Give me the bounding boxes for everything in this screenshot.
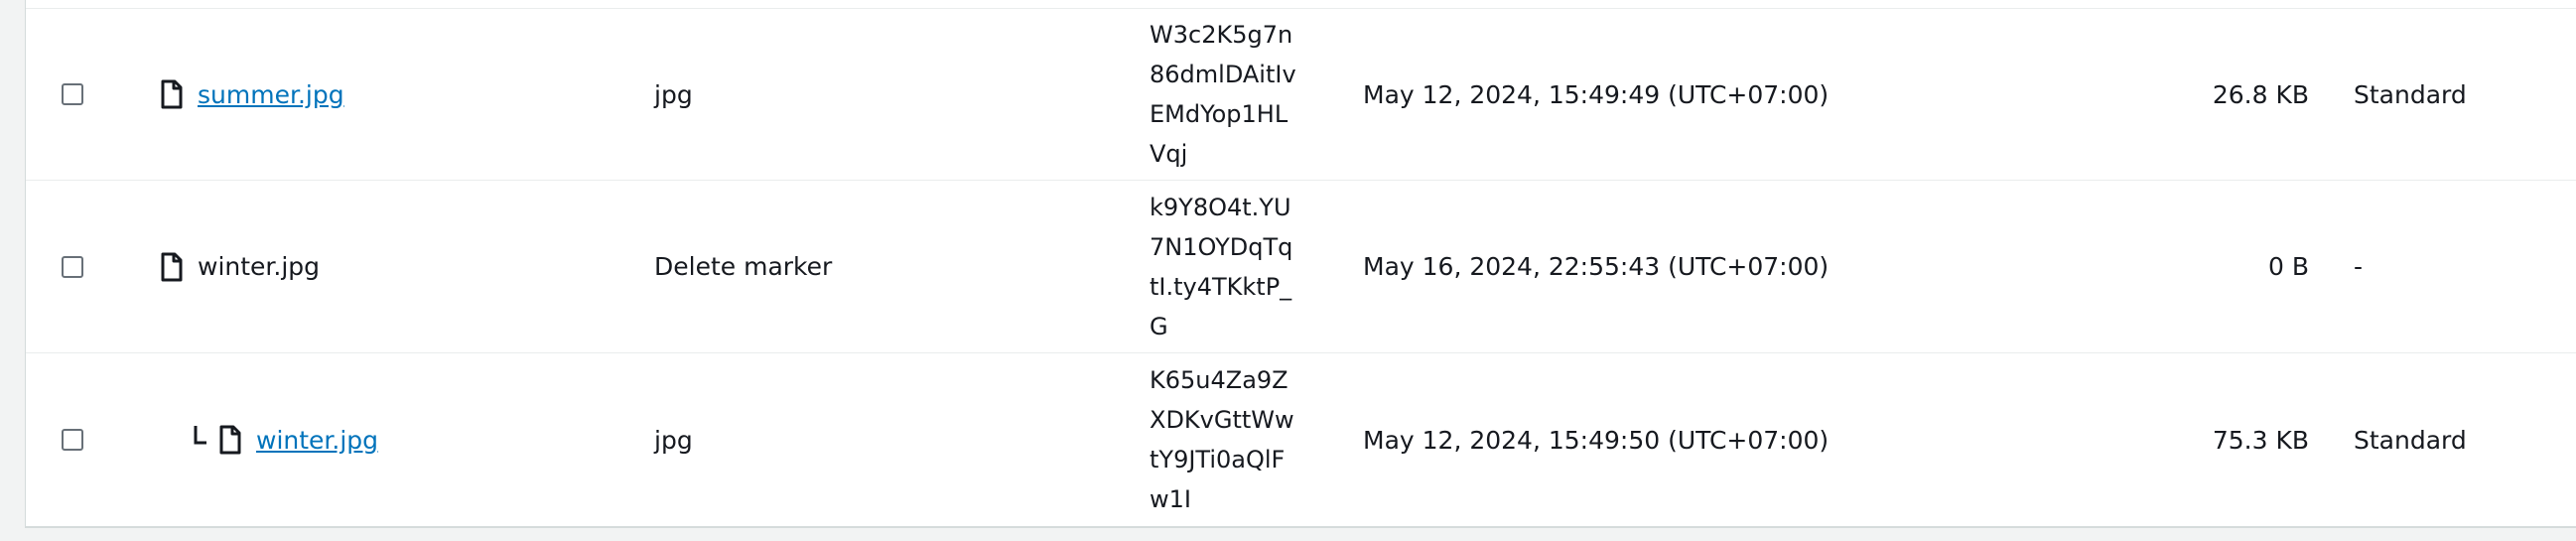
row-select-cell [62,181,91,352]
version-id-line: G [1150,312,1168,340]
object-name-link[interactable]: winter.jpg [256,426,378,455]
table-row: winter.jpg jpg K65u4Za9Z XDKvGttWw tY9JT… [26,353,2576,526]
version-id-line: Vqj [1150,140,1188,168]
size-cell: 75.3 KB [2212,425,2309,455]
storage-class-cell: Standard [2354,79,2467,109]
last-modified-cell: May 12, 2024, 15:49:49 (UTC+07:00) [1363,79,1830,109]
file-icon [161,252,183,281]
version-id-cell: k9Y8O4t.YU 7N1OYDqTq tI.ty4TKktP_ G [1150,181,1298,352]
version-id-cell: W3c2K5g7n 86dmlDAitIv EMdYop1HL Vqj [1150,9,1298,180]
version-id-line: tY9JTi0aQlF [1150,446,1286,473]
version-id-line: 86dmlDAitIv [1150,61,1296,88]
file-icon [161,79,183,109]
version-id-cell: K65u4Za9Z XDKvGttWw tY9JTi0aQlF w1I [1150,353,1298,526]
version-id-line: XDKvGttWw [1150,406,1294,434]
type-cell: jpg [654,425,693,455]
name-cell: summer.jpg [160,9,344,180]
type-cell: jpg [654,79,693,109]
row-checkbox[interactable] [62,255,83,278]
version-id-line: tI.ty4TKktP_ [1150,272,1292,301]
version-id-line: W3c2K5g7n [1150,21,1293,49]
type-cell: Delete marker [654,252,833,281]
row-select-cell [62,9,91,180]
row-select-cell [62,353,91,526]
version-id-line: EMdYop1HL [1150,100,1288,128]
object-name-link[interactable]: summer.jpg [198,80,344,109]
name-cell: winter.jpg [193,353,378,526]
version-id-line: 7N1OYDqTq [1150,232,1293,261]
last-modified-cell: May 12, 2024, 15:49:50 (UTC+07:00) [1363,425,1830,455]
row-checkbox[interactable] [62,83,83,105]
object-versions-table: summer.jpg jpg W3c2K5g7n 86dmlDAitIv EMd… [25,0,2576,528]
last-modified-cell: May 16, 2024, 22:55:43 (UTC+07:00) [1363,252,1830,281]
version-id-line: K65u4Za9Z [1150,366,1288,394]
table-row: winter.jpg Delete marker k9Y8O4t.YU 7N1O… [26,181,2576,353]
storage-class-cell: Standard [2354,425,2467,455]
size-cell: 0 B [2267,252,2309,281]
row-checkbox[interactable] [62,429,83,451]
object-name-text: winter.jpg [198,252,321,281]
table-row: summer.jpg jpg W3c2K5g7n 86dmlDAitIv EMd… [26,8,2576,181]
child-version-indicator-icon [194,426,206,445]
version-id-line: k9Y8O4t.YU [1150,193,1291,221]
size-cell: 26.8 KB [2212,79,2309,109]
file-icon [219,425,241,455]
name-cell: winter.jpg [160,181,320,352]
storage-class-cell: - [2354,252,2364,281]
version-id-line: w1I [1150,485,1191,513]
